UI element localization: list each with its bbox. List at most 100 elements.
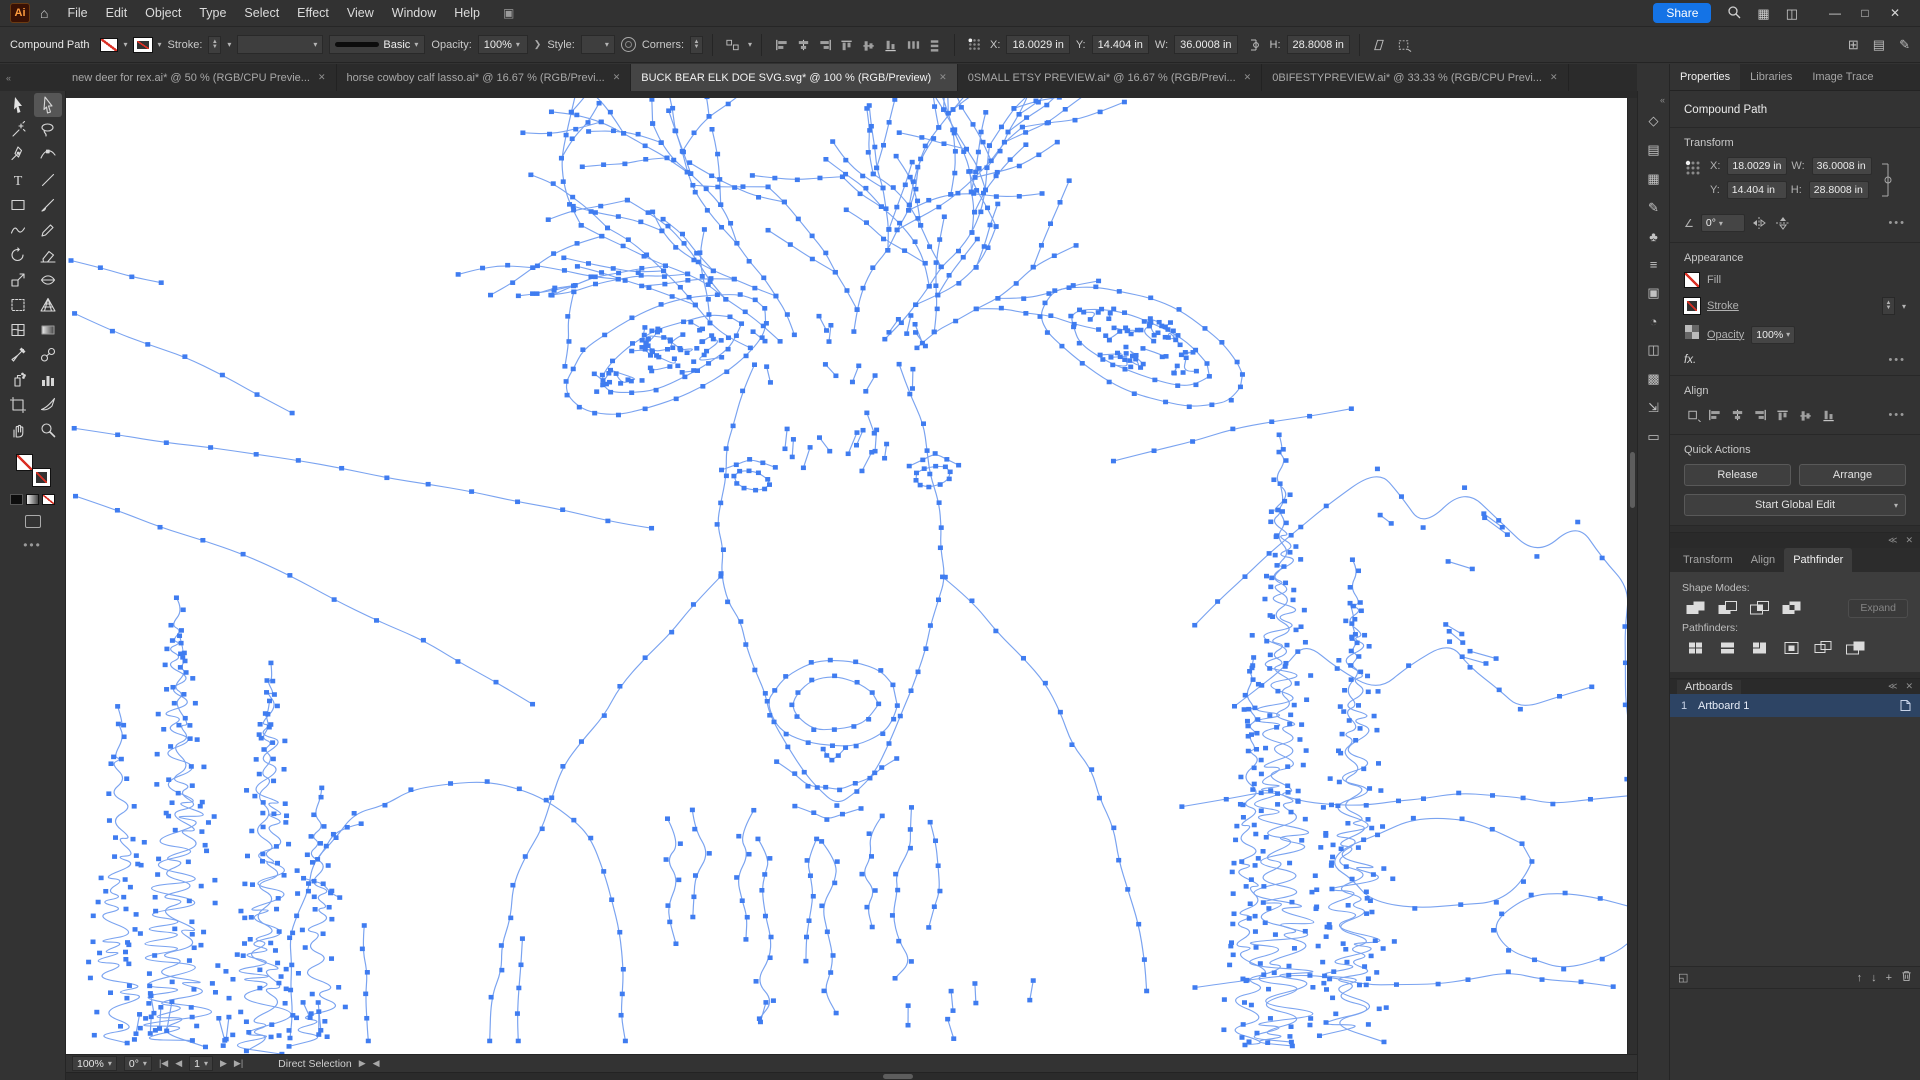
eraser-tool[interactable]	[34, 243, 62, 267]
hand-tool[interactable]	[4, 418, 32, 442]
color-mode-button[interactable]	[10, 494, 23, 505]
dock-tab-pathfinder[interactable]: Pathfinder	[1784, 548, 1853, 572]
symbols-panel-icon[interactable]: ♣	[1647, 229, 1659, 244]
brushes-panel-icon[interactable]: ✎	[1647, 200, 1659, 216]
flip-vertical-icon[interactable]	[1773, 213, 1793, 233]
align-right-icon[interactable]	[1750, 405, 1770, 425]
opacity-select[interactable]: 100% ▾	[477, 35, 528, 54]
pen-tool[interactable]	[4, 143, 32, 167]
rotate-tool[interactable]	[4, 243, 32, 267]
fill-label[interactable]: Fill	[1707, 274, 1721, 286]
align-vdist-icon[interactable]	[925, 35, 945, 55]
minimize-button[interactable]: —	[1820, 6, 1850, 20]
brush-definition-select[interactable]: Basic ▾	[329, 35, 426, 54]
mesh-tool[interactable]	[4, 318, 32, 342]
artboards-close-icon[interactable]: ✕	[1905, 681, 1913, 692]
artboard-options-icon[interactable]: ◱	[1678, 971, 1688, 984]
artboard-list-empty-area[interactable]	[1670, 717, 1920, 967]
stroke-label-link[interactable]: Stroke	[1707, 300, 1739, 312]
select-similar-caret-icon[interactable]: ▾	[748, 40, 752, 49]
transform-y-input[interactable]: 14.404 in	[1726, 181, 1787, 199]
align-hcenter-icon[interactable]	[793, 35, 813, 55]
tab-libraries[interactable]: Libraries	[1740, 64, 1802, 90]
vertical-scroll-thumb[interactable]	[1630, 451, 1635, 508]
tab-close-icon[interactable]: ✕	[1550, 72, 1558, 83]
artboards-collapse-icon[interactable]: ≪	[1888, 681, 1897, 692]
last-artboard-icon[interactable]: ▶|	[234, 1058, 243, 1069]
flip-horizontal-icon[interactable]	[1749, 213, 1769, 233]
divide-icon[interactable]	[1682, 638, 1708, 658]
next-artboard-icon[interactable]: ▶	[220, 1058, 227, 1069]
stroke-swatch[interactable]	[132, 36, 153, 53]
toolbar-collapse-icon[interactable]: «	[0, 64, 62, 91]
recolor-artwork-icon[interactable]	[620, 37, 636, 52]
export-panel-icon[interactable]: ⇲	[1647, 400, 1659, 416]
horizontal-scroll-thumb[interactable]	[882, 1074, 913, 1079]
document-tab[interactable]: 0BIFESTYPREVIEW.ai* @ 33.33 % (RGB/CPU P…	[1262, 64, 1569, 91]
tab-close-icon[interactable]: ✕	[1244, 72, 1252, 83]
artboards-title[interactable]: Artboards	[1677, 679, 1741, 694]
artboard-nav-select[interactable]: 1 ▾	[189, 1056, 213, 1071]
panels-collapse-icon[interactable]: «	[1660, 95, 1665, 105]
fill-stroke-indicator[interactable]	[15, 454, 51, 487]
align-hdist-icon[interactable]	[903, 35, 923, 55]
crop-icon[interactable]	[1778, 638, 1804, 658]
merge-icon[interactable]	[1746, 638, 1772, 658]
edit-toolbar-ellipsis-icon[interactable]: •••	[23, 538, 42, 552]
dock-close-icon[interactable]: ✕	[1905, 535, 1913, 546]
minus-back-icon[interactable]	[1842, 638, 1868, 658]
effects-button[interactable]: fx.	[1684, 354, 1696, 366]
stroke-weight-caret-icon[interactable]: ▾	[227, 40, 231, 49]
shaper-tool[interactable]	[4, 218, 32, 242]
type-tool[interactable]: T	[4, 168, 32, 192]
artboard-tool[interactable]	[4, 393, 32, 417]
free-transform-tool[interactable]	[4, 293, 32, 317]
status-expand-icon[interactable]: ▶	[359, 1058, 366, 1069]
exclude-icon[interactable]	[1778, 598, 1804, 618]
tab-properties[interactable]: Properties	[1670, 64, 1741, 90]
reference-point-icon[interactable]	[964, 35, 984, 55]
layers-panel-icon[interactable]: ▩	[1647, 371, 1659, 387]
artboard-page-icon[interactable]	[1899, 699, 1912, 712]
selection-tool[interactable]	[4, 93, 32, 117]
y-input[interactable]: 14.404 in	[1091, 35, 1149, 54]
horizontal-scrollbar[interactable]	[66, 1072, 1637, 1080]
align-bottom-icon[interactable]	[1819, 405, 1839, 425]
scale-tool[interactable]	[4, 268, 32, 292]
dock-tab-transform[interactable]: Transform	[1674, 548, 1742, 572]
status-collapse-icon[interactable]: ◀	[373, 1058, 380, 1069]
opacity-label-link[interactable]: Opacity	[1707, 329, 1744, 341]
prev-artboard-icon[interactable]: ◀	[175, 1058, 182, 1069]
menu-file[interactable]: File	[58, 0, 96, 27]
menu-panel-icon[interactable]: ≡	[1647, 257, 1659, 272]
new-artboard-icon[interactable]: +	[1886, 972, 1892, 984]
move-artboard-up-icon[interactable]: ↑	[1857, 972, 1863, 984]
width-input[interactable]: 36.0008 in	[1174, 35, 1238, 54]
width-tool[interactable]	[34, 268, 62, 292]
draw-mode-button[interactable]	[24, 515, 41, 528]
delete-artboard-icon[interactable]	[1901, 970, 1912, 985]
share-button[interactable]: Share	[1653, 3, 1712, 23]
pencil-tool[interactable]	[34, 218, 62, 242]
tab-image-trace[interactable]: Image Trace	[1802, 64, 1883, 90]
dock-collapse-icon[interactable]: ≪	[1888, 535, 1897, 546]
comments-panel-icon[interactable]: ▭	[1647, 429, 1659, 445]
perspective-grid-tool[interactable]	[34, 293, 62, 317]
fill-color-swatch[interactable]	[15, 454, 33, 471]
opacity-select[interactable]: 100% ▾	[1751, 325, 1796, 344]
align-vcenter-icon[interactable]	[859, 35, 879, 55]
align-right-icon[interactable]	[815, 35, 835, 55]
align-left-icon[interactable]	[1704, 405, 1724, 425]
shapes-panel-icon[interactable]: ◇	[1647, 113, 1659, 129]
transform-x-input[interactable]: 18.0029 in	[1727, 157, 1788, 175]
artboard-canvas[interactable]	[66, 98, 1637, 1054]
shear-icon[interactable]	[1369, 35, 1389, 55]
unite-icon[interactable]	[1682, 598, 1708, 618]
tab-close-icon[interactable]: ✕	[613, 72, 621, 83]
opacity-expand-icon[interactable]: ❯	[534, 39, 542, 50]
color-panel-icon[interactable]: ◔	[1647, 314, 1659, 329]
stroke-weight-caret-icon[interactable]: ▾	[1902, 302, 1906, 311]
align-vcenter-icon[interactable]	[1796, 405, 1816, 425]
dock-tab-align[interactable]: Align	[1742, 548, 1784, 572]
none-mode-button[interactable]	[42, 494, 55, 505]
